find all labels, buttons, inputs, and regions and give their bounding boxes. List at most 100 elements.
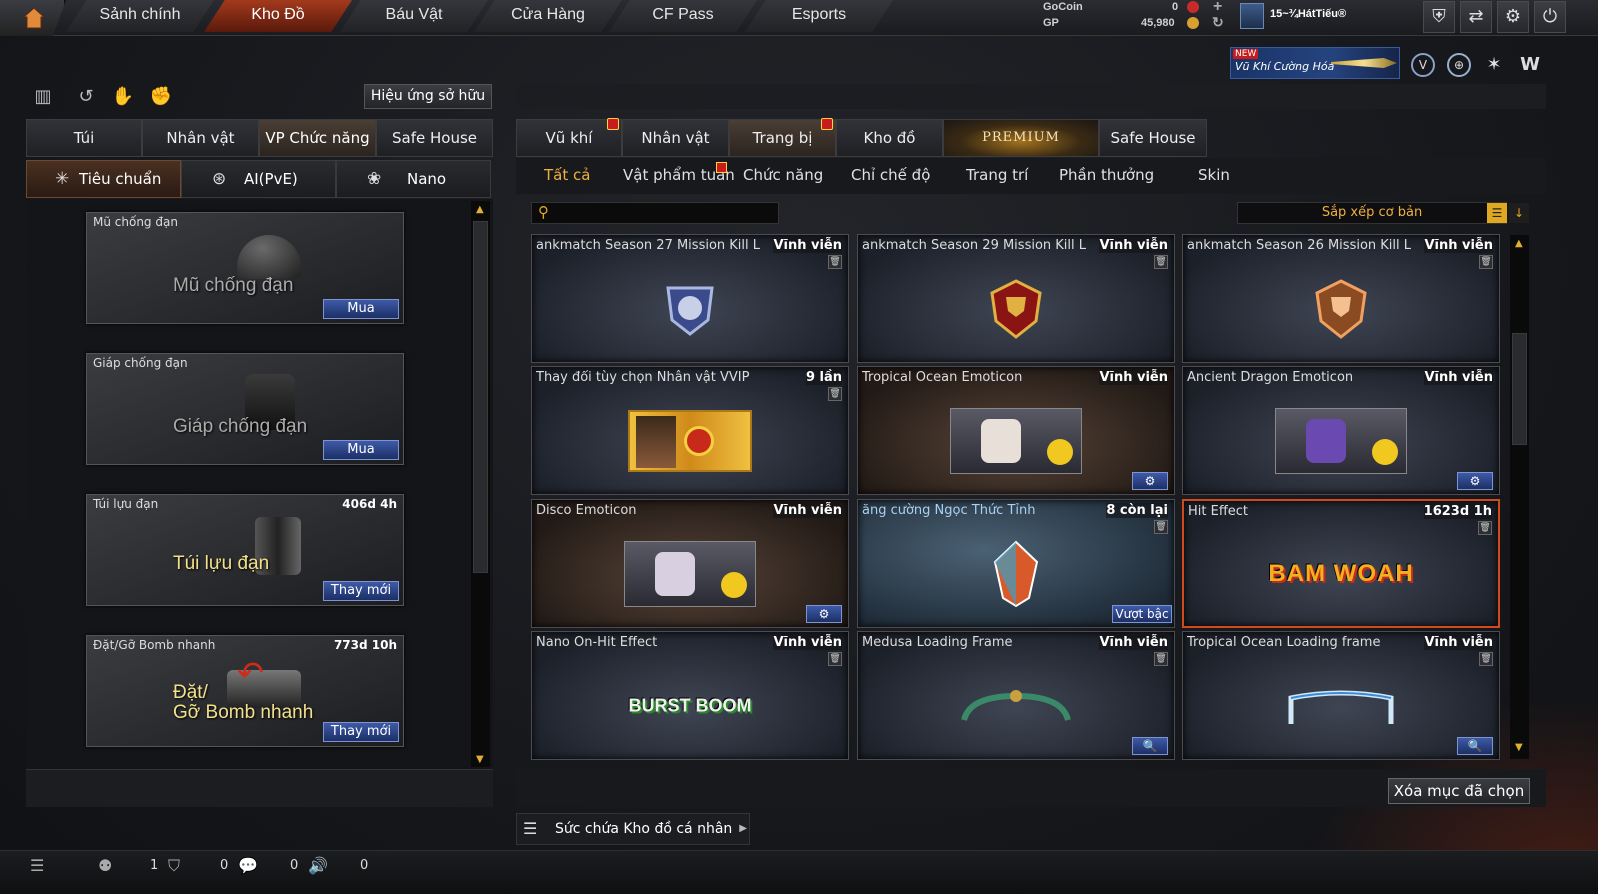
stats-icon[interactable]: ▥ [30, 86, 56, 110]
nav-tab-inventory[interactable]: Kho Đồ [204, 0, 352, 32]
tab-bag[interactable]: Túi [26, 119, 142, 157]
trash-icon[interactable]: 🗑 [1154, 255, 1168, 269]
list-item[interactable]: Mũ chống đạn Mũ chống đạn Mua [86, 212, 404, 324]
exit-room-icon[interactable]: ⇄ [1460, 1, 1492, 33]
right-scrollbar[interactable] [1510, 235, 1529, 759]
magnify-button[interactable]: 🔍 [1132, 737, 1168, 755]
trash-icon[interactable]: 🗑 [828, 652, 842, 666]
shield-icon[interactable]: ⛨ [1423, 1, 1455, 33]
nav-tab-shop[interactable]: Cửa Hàng [474, 0, 622, 32]
left-scrollbar[interactable] [471, 201, 490, 767]
nav-tab-treasure[interactable]: Báu Vật [340, 0, 488, 32]
magnify-button[interactable]: 🔍 [1457, 737, 1493, 755]
badge-w-icon[interactable]: W [1517, 53, 1543, 77]
speaker-icon[interactable]: 🔊 [308, 856, 328, 875]
subtab-mode-only[interactable]: Chỉ chế độ [851, 166, 930, 184]
trash-icon[interactable]: 🗑 [1478, 521, 1492, 535]
subtab-ai-pve[interactable]: ⊛ AI(PvE) [181, 160, 336, 198]
tab-characters[interactable]: Nhân vật [622, 119, 729, 157]
nav-tab-cf-pass[interactable]: CF Pass [609, 0, 757, 32]
subtab-rewards[interactable]: Phần thưởng [1059, 166, 1154, 184]
trash-icon[interactable]: 🗑 [1479, 255, 1493, 269]
buy-button[interactable]: Mua [323, 440, 399, 460]
player-name[interactable]: 15~¾HátTiếu® [1270, 8, 1346, 20]
gear-settings-button[interactable]: ⚙ [806, 605, 842, 623]
renew-button[interactable]: Thay mới [323, 581, 399, 601]
badge-v-icon[interactable]: V [1411, 53, 1435, 77]
settings-gear-icon[interactable]: ⚙ [1497, 1, 1529, 33]
ai-icon: ⊛ [212, 169, 227, 189]
history-icon[interactable]: ↺ [73, 86, 99, 110]
subtab-skin[interactable]: Skin [1198, 166, 1230, 184]
refresh-icon[interactable]: ↻ [1212, 14, 1224, 31]
subtab-decoration[interactable]: Trang trí [966, 166, 1028, 184]
item-card[interactable]: Tropical Ocean Emoticon Vĩnh viễn ⚙ [857, 366, 1175, 495]
subtab-weekly-items[interactable]: Vật phẩm tuần [623, 162, 735, 184]
trash-icon[interactable]: 🗑 [828, 255, 842, 269]
item-card[interactable]: Disco Emoticon Vĩnh viễn ⚙ [531, 499, 849, 628]
promo-banner[interactable]: NEW Vũ Khí Cường Hóa [1230, 47, 1400, 79]
nav-tab-esports[interactable]: Esports [745, 0, 893, 32]
tab-safe-house[interactable]: Safe House [376, 119, 493, 157]
character-pose-icon[interactable]: ✋ [110, 86, 136, 110]
tab-storage[interactable]: Kho đồ [836, 119, 943, 157]
subtab-nano[interactable]: ❀ Nano [336, 160, 491, 198]
glove-icon[interactable]: ✊ [148, 86, 174, 110]
search-bar[interactable]: ⚲ [531, 202, 779, 224]
item-card[interactable]: ankmatch Season 26 Mission Kill L Vĩnh v… [1182, 234, 1500, 363]
item-card[interactable]: ankmatch Season 27 Mission Kill L Vĩnh v… [531, 234, 849, 363]
tab-character[interactable]: Nhân vật [142, 119, 259, 157]
list-view-icon[interactable]: ☰ [1487, 203, 1507, 223]
friends-icon[interactable]: ⚉ [98, 856, 112, 875]
item-card[interactable]: Tropical Ocean Loading frame Vĩnh viễn 🗑… [1182, 631, 1500, 760]
tab-safe-house-right[interactable]: Safe House [1099, 119, 1207, 157]
item-card[interactable]: ankmatch Season 29 Mission Kill L Vĩnh v… [857, 234, 1175, 363]
clan-shield-icon[interactable]: ⛉ [168, 856, 180, 876]
trash-icon[interactable]: 🗑 [1479, 652, 1493, 666]
tab-equipment[interactable]: Trang bị [729, 118, 836, 157]
gear-settings-button[interactable]: ⚙ [1457, 472, 1493, 490]
scroll-up-icon[interactable]: ▲ [476, 204, 484, 215]
trash-icon[interactable]: 🗑 [1154, 652, 1168, 666]
expand-arrow-icon[interactable]: ▶ [739, 814, 747, 844]
hit-effect-image: BAM WOAH [1268, 559, 1414, 587]
item-card-selected[interactable]: Hit Effect 1623d 1h 🗑 BAM WOAH [1182, 499, 1500, 628]
capacity-bar[interactable]: ☰ Sức chứa Kho đồ cá nhân ▶ [516, 813, 750, 845]
list-item[interactable]: Giáp chống đạn Giáp chống đạn Mua [86, 353, 404, 465]
item-card[interactable]: Thay đổi tùy chọn Nhân vật VVIP 9 lần 🗑 [531, 366, 849, 495]
renew-button[interactable]: Thay mới [323, 722, 399, 742]
upgrade-button[interactable]: Vượt bậc [1112, 605, 1172, 623]
subtab-functional[interactable]: Chức năng [743, 166, 823, 184]
tab-weapons[interactable]: Vũ khí [516, 118, 622, 157]
item-card[interactable]: Nano On-Hit Effect Vĩnh viễn 🗑 BURST BOO… [531, 631, 849, 760]
list-item[interactable]: Túi lựu đạn 406d 4h Túi lựu đạn Thay mới [86, 494, 404, 606]
chat-icon[interactable]: 💬 [238, 856, 258, 875]
tab-functional-items[interactable]: VP Chức năng [259, 119, 376, 157]
item-card[interactable]: ăng cường Ngọc Thức Tỉnh 8 còn lại 🗑 Vượ… [857, 499, 1175, 628]
nav-tab-lobby[interactable]: Sảnh chính [66, 0, 214, 32]
scroll-down-icon[interactable]: ▼ [476, 754, 484, 765]
owned-effects-button[interactable]: Hiệu ứng sở hữu [364, 84, 492, 109]
search-input[interactable] [558, 204, 774, 222]
menu-list-icon[interactable]: ☰ [30, 856, 44, 875]
trash-icon[interactable]: 🗑 [1154, 520, 1168, 534]
badge-globe-icon[interactable]: ⊕ [1447, 53, 1471, 77]
left-scroll-thumb[interactable] [473, 221, 488, 573]
buy-button[interactable]: Mua [323, 299, 399, 319]
badge-gun-icon[interactable]: ✶ [1482, 53, 1506, 77]
gear-settings-button[interactable]: ⚙ [1132, 472, 1168, 490]
scroll-down-icon[interactable]: ▼ [1515, 742, 1523, 753]
subtab-standard[interactable]: ✳ Tiêu chuẩn [26, 160, 181, 198]
delete-selected-button[interactable]: Xóa mục đã chọn [1388, 778, 1530, 804]
sort-dropdown[interactable]: Sắp xếp cơ bản [1237, 202, 1507, 224]
trash-icon[interactable]: 🗑 [828, 387, 842, 401]
power-icon[interactable]: ⏻ [1534, 1, 1566, 33]
item-card[interactable]: Ancient Dragon Emoticon Vĩnh viễn ⚙ [1182, 366, 1500, 495]
list-item[interactable]: Đặt/Gỡ Bomb nhanh 773d 10h ↶ Đặt/ Gỡ Bom… [86, 635, 404, 747]
sort-order-icon[interactable]: ↓ [1509, 203, 1529, 223]
tab-premium[interactable]: PREMIUM [943, 119, 1099, 157]
scroll-up-icon[interactable]: ▲ [1515, 238, 1523, 249]
item-card[interactable]: Medusa Loading Frame Vĩnh viễn 🗑 🔍 [857, 631, 1175, 760]
subtab-all[interactable]: Tất cả [544, 166, 590, 184]
right-scroll-thumb[interactable] [1512, 333, 1527, 445]
